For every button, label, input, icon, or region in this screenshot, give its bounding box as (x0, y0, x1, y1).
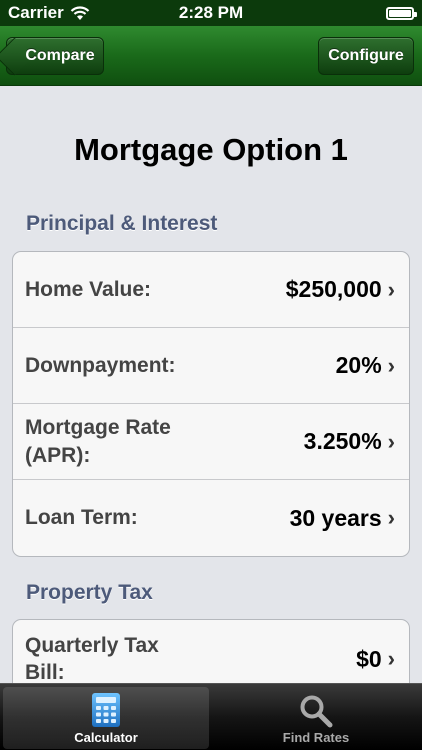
loan-term-row[interactable]: Loan Term: 30 years › (13, 480, 409, 556)
battery-icon (386, 6, 417, 20)
tab-find-rates[interactable]: Find Rates (213, 687, 419, 749)
mortgage-rate-value: 3.250% (303, 428, 382, 454)
status-bar: Carrier 2:28 PM (0, 0, 422, 26)
home-value-value: $250,000 (285, 276, 382, 302)
calculator-icon (92, 693, 120, 727)
chevron-right-icon: › (387, 428, 395, 454)
loan-term-label: Loan Term: (25, 506, 138, 530)
chevron-right-icon: › (387, 352, 395, 378)
section-header-principal-interest: Principal & Interest (26, 212, 218, 235)
downpayment-label: Downpayment: (25, 353, 176, 377)
chevron-right-icon: › (387, 646, 395, 671)
quarterly-tax-bill-value: $0 (356, 645, 382, 672)
wifi-icon (70, 5, 90, 20)
tab-calculator[interactable]: Calculator (3, 687, 209, 749)
navigation-bar: Compare Configure (0, 26, 422, 86)
status-left: Carrier (8, 3, 90, 23)
principal-interest-group: Home Value: $250,000 › Downpayment: 20% … (12, 251, 410, 557)
chevron-right-icon: › (387, 276, 395, 302)
home-value-label: Home Value: (25, 277, 152, 301)
configure-button[interactable]: Configure (318, 37, 414, 75)
mortgage-rate-label: Mortgage Rate (APR): (25, 416, 171, 467)
compare-back-label: Compare (25, 47, 95, 64)
tab-bar: Calculator Find Rates (0, 683, 422, 750)
page-title: Mortgage Option 1 (74, 132, 348, 167)
section-header-property-tax: Property Tax (26, 581, 153, 604)
home-value-row[interactable]: Home Value: $250,000 › (13, 252, 409, 328)
mortgage-rate-row[interactable]: Mortgage Rate (APR): 3.250% › (13, 404, 409, 480)
magnifier-icon (300, 695, 333, 728)
quarterly-tax-bill-label: Quarterly Tax Bill: (25, 633, 159, 684)
carrier-label: Carrier (8, 3, 64, 22)
compare-back-button[interactable]: Compare (6, 37, 104, 75)
downpayment-value: 20% (335, 352, 382, 378)
downpayment-row[interactable]: Downpayment: 20% › (13, 328, 409, 404)
configure-label: Configure (328, 47, 404, 64)
chevron-right-icon: › (387, 505, 395, 530)
tab-find-rates-label: Find Rates (282, 730, 350, 745)
tab-calculator-label: Calculator (74, 730, 138, 745)
loan-term-value: 30 years (289, 504, 382, 531)
